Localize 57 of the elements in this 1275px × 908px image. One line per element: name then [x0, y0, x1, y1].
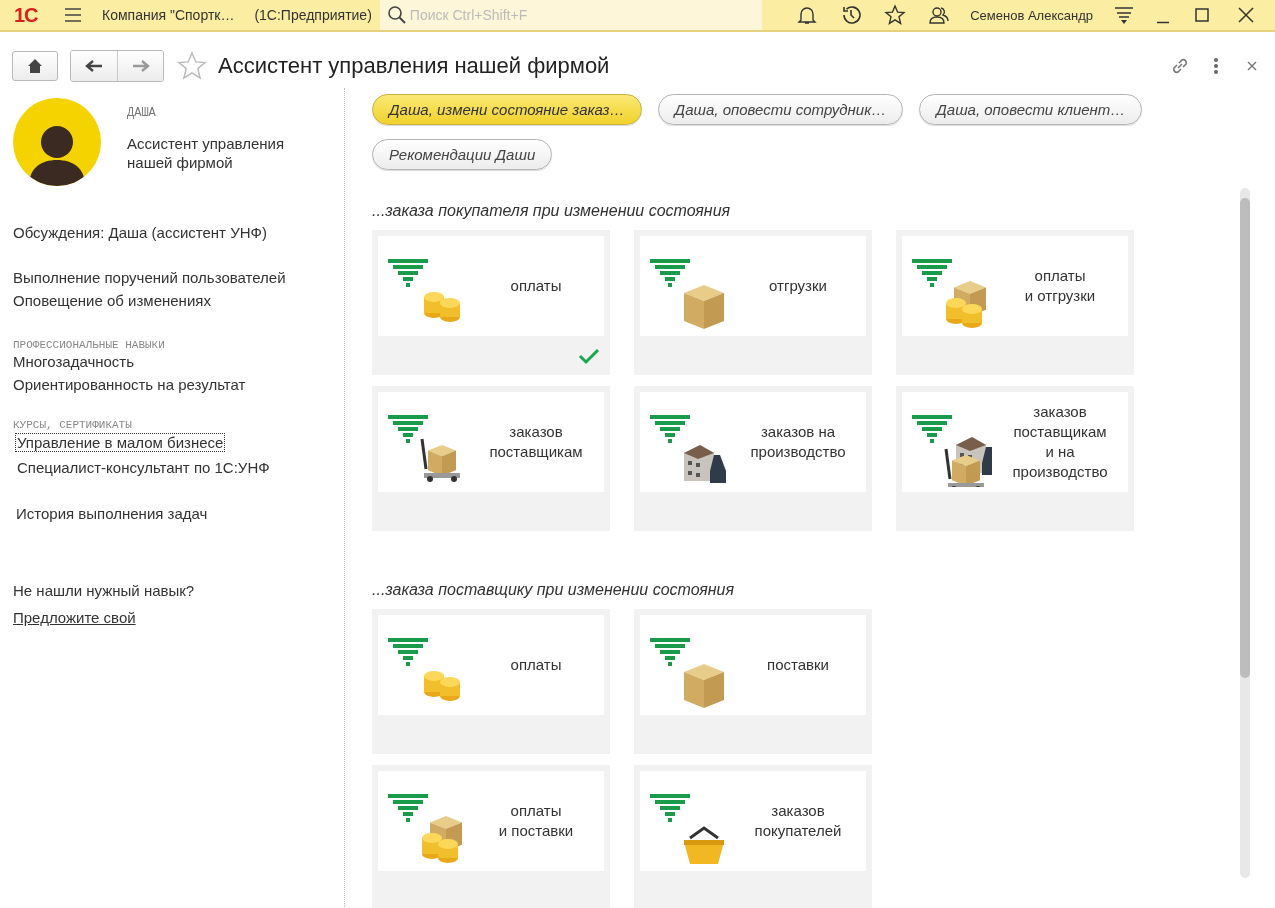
option-card[interactable]: заказов поставщикам	[372, 386, 610, 531]
scrollbar[interactable]	[1240, 188, 1250, 878]
back-button[interactable]	[71, 51, 117, 81]
card-label: оплаты и поставки	[497, 801, 575, 841]
section-title: ...заказа поставщику при изменении состояния	[372, 581, 736, 599]
scrollbar-thumb[interactable]	[1240, 198, 1250, 678]
card-label: заказов поставщикам	[488, 422, 584, 462]
course-item[interactable]: Специалист-консультант по 1С:УНФ	[15, 458, 272, 477]
option-card[interactable]: поставки	[634, 609, 872, 754]
card-label: заказов покупателей	[753, 801, 843, 841]
card-label: оплаты	[509, 655, 563, 675]
missing-skill-question: Не нашли нужный навык?	[13, 582, 196, 599]
command-chip[interactable]: Даша, оповести клиент…	[919, 94, 1143, 125]
card-label: поставки	[766, 655, 830, 675]
command-chip[interactable]: Даша, оповести сотрудник…	[657, 94, 904, 125]
star-icon	[884, 4, 907, 26]
company-title: Компания "Спортк…	[102, 7, 235, 23]
option-card[interactable]: оплаты и отгрузки	[896, 230, 1134, 375]
skill-item: Многозадачность	[13, 353, 136, 370]
duty-item: Оповещение об изменениях	[13, 292, 212, 309]
skills-heading: ПРОФЕССИОНАЛЬНЫЕ НАВЫКИ	[13, 339, 166, 351]
option-card[interactable]: оплаты и поставки	[372, 765, 610, 908]
option-card[interactable]: заказов поставщикам и на производство	[896, 386, 1134, 531]
search-field[interactable]: Поиск Ctrl+Shift+F	[379, 0, 762, 30]
dropdown-menu-icon	[1113, 4, 1135, 26]
assistant-role: Ассистент управления нашей фирмой	[127, 134, 286, 172]
option-card[interactable]: заказов покупателей	[634, 765, 872, 908]
option-card[interactable]: отгрузки	[634, 230, 872, 375]
card-label: отгрузки	[768, 276, 828, 296]
users-icon	[928, 4, 951, 26]
command-chip[interactable]: Рекомендации Даши	[372, 139, 553, 170]
section-title: ...заказа покупателя при изменении состояния	[372, 202, 732, 220]
bell-icon	[796, 4, 819, 26]
discussion-link[interactable]: Обсуждения: Даша (ассистент УНФ)	[13, 224, 344, 241]
home-button[interactable]	[12, 51, 58, 81]
app-title: (1С:Предприятие)	[254, 7, 372, 23]
command-chip[interactable]: Даша, измени состояние заказ…	[372, 94, 642, 125]
card-label: оплаты	[509, 276, 563, 296]
task-history-link[interactable]: История выполнения задач	[16, 505, 344, 522]
logo[interactable]: 1С	[14, 3, 54, 27]
skill-item: Ориентированность на результат	[13, 376, 247, 393]
duty-item: Выполнение поручений пользователей	[13, 269, 287, 286]
card-label: заказов на производство	[749, 422, 847, 462]
suggest-skill-link[interactable]: Предложите свой	[13, 609, 136, 626]
courses-heading: КУРСЫ, СЕРТИФИКАТЫ	[13, 419, 133, 431]
minimize-icon	[1157, 20, 1169, 24]
course-item[interactable]: Управление в малом бизнесе	[15, 433, 226, 452]
option-card[interactable]: заказов на производство	[634, 386, 872, 531]
history-icon	[840, 4, 863, 26]
user-name[interactable]: Семенов Александр	[970, 7, 1093, 23]
card-label: оплаты и отгрузки	[1023, 266, 1097, 306]
option-card[interactable]: оплаты	[372, 230, 610, 375]
assistant-name: ДАША	[127, 106, 157, 120]
option-card[interactable]: оплаты	[372, 609, 610, 754]
favorite-star-icon[interactable]	[176, 50, 208, 82]
card-label: заказов поставщикам и на производство	[1011, 402, 1109, 482]
window-title: Ассистент управления нашей фирмой	[218, 53, 610, 79]
